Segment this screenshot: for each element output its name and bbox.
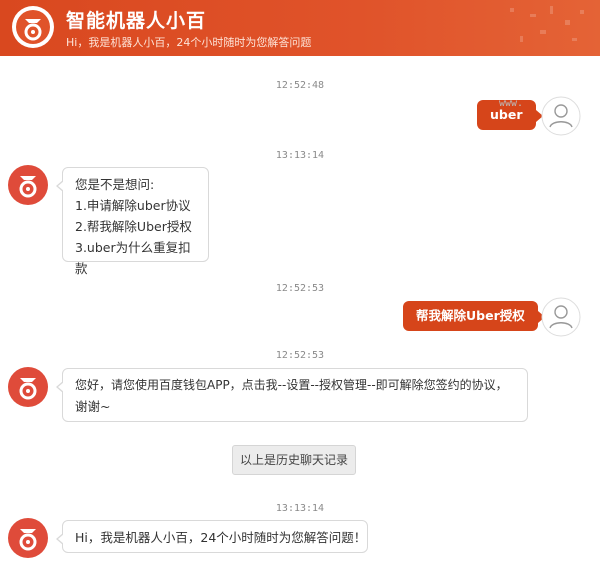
robot-avatar-icon — [8, 165, 48, 205]
message-timestamp: 12:52:53 — [275, 350, 325, 361]
header-decoration — [510, 6, 584, 42]
message-timestamp: 12:52:48 — [275, 80, 325, 91]
baidu-wallet-logo-icon — [12, 6, 54, 48]
bot-message-line: 谢谢~ — [75, 399, 111, 414]
chat-subtitle: Hi，我是机器人小百，24个小时随时为您解答问题 — [66, 36, 312, 49]
message-timestamp: 12:52:53 — [275, 283, 325, 294]
user-message-bubble[interactable]: 帮我解除Uber授权 — [403, 301, 545, 331]
bot-message-bubble: 您好，请您使用百度钱包APP，点击我--设置--授权管理--即可解除您签约的协议… — [56, 368, 528, 422]
bot-message-line: Hi，我是机器人小百，24个小时随时为您解答问题！ — [75, 530, 367, 545]
chat-title: 智能机器人小百 — [66, 10, 207, 32]
suggestion-link[interactable]: 2.帮我解除Uber授权 — [75, 216, 196, 237]
message-timestamp: 13:13:14 — [275, 150, 325, 161]
user-avatar-icon — [541, 297, 581, 337]
user-message-text: uber — [490, 107, 523, 122]
history-records-button[interactable]: 以上是历史聊天记录 — [232, 445, 356, 475]
suggestion-link[interactable]: 1.申请解除uber协议 — [75, 195, 196, 216]
user-message-text: 帮我解除Uber授权 — [416, 308, 525, 323]
watermark-text: www. — [499, 98, 524, 109]
robot-avatar-icon — [8, 367, 48, 407]
bot-message-line: 您好，请您使用百度钱包APP，点击我--设置--授权管理--即可解除您签约的协议… — [75, 378, 508, 392]
bot-message-bubble: Hi，我是机器人小百，24个小时随时为您解答问题！ — [56, 520, 368, 553]
robot-avatar-icon — [8, 518, 48, 558]
bot-message-line: 您是不是想问: — [75, 177, 155, 192]
chat-header: 智能机器人小百 Hi，我是机器人小百，24个小时随时为您解答问题 — [0, 0, 600, 56]
bot-message-bubble: 您是不是想问: 1.申请解除uber协议 2.帮我解除Uber授权 3.uber… — [56, 167, 209, 276]
message-timestamp: 13:13:14 — [275, 503, 325, 514]
user-avatar-icon — [541, 96, 581, 136]
suggestion-link[interactable]: 3.uber为什么重复扣款 — [75, 237, 196, 279]
